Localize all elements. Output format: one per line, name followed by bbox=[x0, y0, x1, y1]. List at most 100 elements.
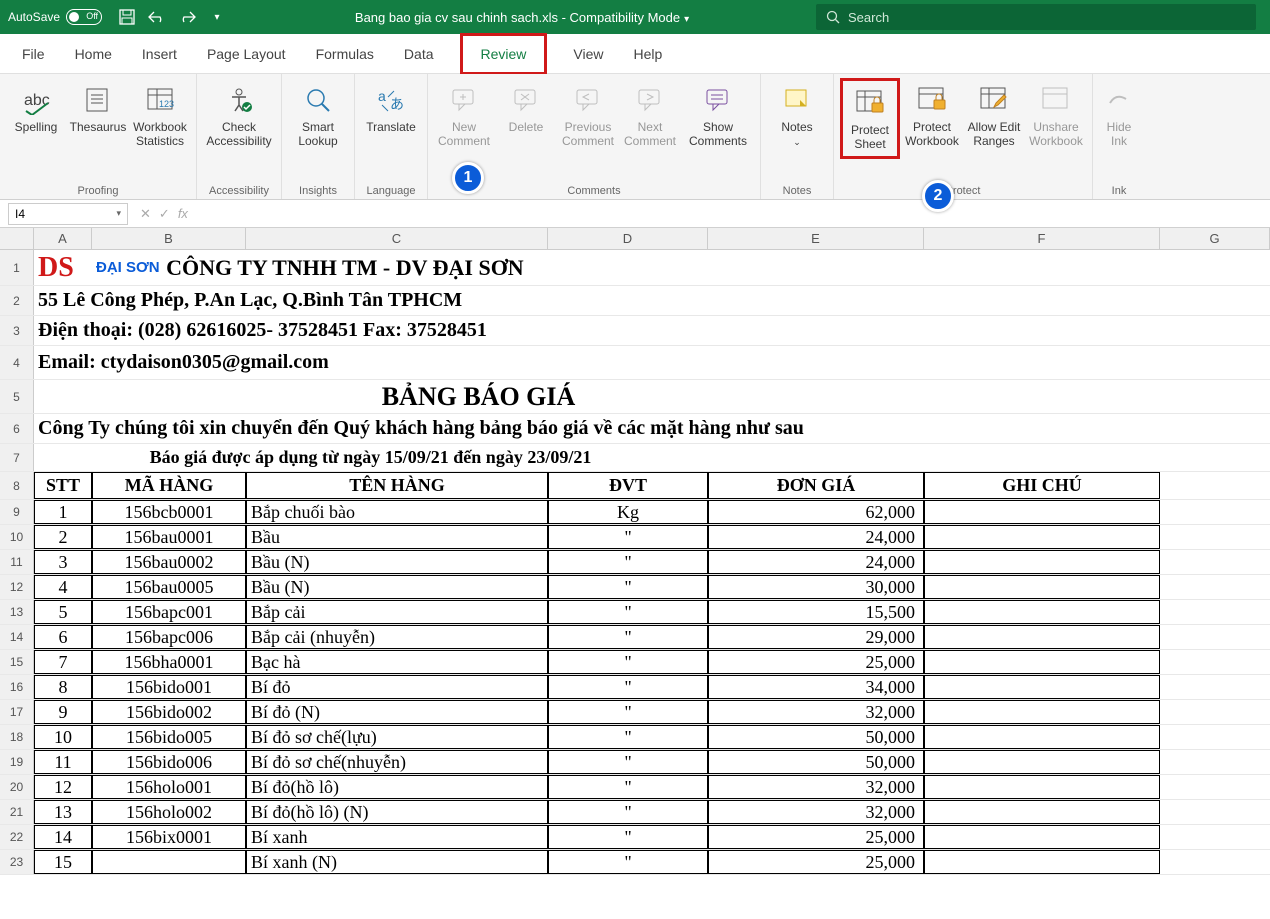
cell-name[interactable]: Bí xanh (N) bbox=[246, 850, 548, 874]
next-comment-button[interactable]: Next Comment bbox=[620, 78, 680, 153]
col-header[interactable]: A bbox=[34, 228, 92, 249]
row-header[interactable]: 14 bbox=[0, 625, 34, 649]
tab-review[interactable]: Review bbox=[460, 33, 548, 75]
cell-note[interactable] bbox=[924, 675, 1160, 699]
cell-name[interactable]: Bí xanh bbox=[246, 825, 548, 849]
notes-button[interactable]: Notes⌄ bbox=[767, 78, 827, 153]
cell-code[interactable]: 156bha0001 bbox=[92, 650, 246, 674]
cancel-formula-icon[interactable]: ✕ bbox=[140, 206, 151, 222]
cell-name[interactable]: Bắp cải bbox=[246, 600, 548, 624]
cell-price[interactable]: 50,000 bbox=[708, 725, 924, 749]
cell-note[interactable] bbox=[924, 750, 1160, 774]
translate-button[interactable]: aあTranslate bbox=[361, 78, 421, 138]
row-header[interactable]: 16 bbox=[0, 675, 34, 699]
cell-stt[interactable]: 11 bbox=[34, 750, 92, 774]
cell-stt[interactable]: 7 bbox=[34, 650, 92, 674]
tab-formulas[interactable]: Formulas bbox=[312, 40, 378, 68]
cell-price[interactable]: 25,000 bbox=[708, 825, 924, 849]
row-header[interactable]: 11 bbox=[0, 550, 34, 574]
select-all-corner[interactable] bbox=[0, 228, 34, 249]
cell-note[interactable] bbox=[924, 625, 1160, 649]
search-input[interactable] bbox=[848, 10, 1246, 25]
row-header[interactable]: 4 bbox=[0, 346, 34, 379]
cell-note[interactable] bbox=[924, 800, 1160, 824]
cell-stt[interactable]: 10 bbox=[34, 725, 92, 749]
cell-note[interactable] bbox=[924, 775, 1160, 799]
delete-comment-button[interactable]: Delete bbox=[496, 78, 556, 138]
cell-name[interactable]: Bí đỏ (N) bbox=[246, 700, 548, 724]
col-header[interactable]: B bbox=[92, 228, 246, 249]
cell[interactable]: Điện thoại: (028) 62616025- 37528451 Fax… bbox=[34, 316, 1106, 345]
row-header[interactable]: 21 bbox=[0, 800, 34, 824]
col-header[interactable]: E bbox=[708, 228, 924, 249]
cell-stt[interactable]: 15 bbox=[34, 850, 92, 874]
cell-name[interactable]: Bắp chuối bào bbox=[246, 500, 548, 524]
protect-workbook-button[interactable]: Protect Workbook bbox=[902, 78, 962, 153]
cell-logo[interactable]: DS bbox=[34, 250, 92, 285]
cell-name[interactable]: Bầu (N) bbox=[246, 575, 548, 599]
cell-note[interactable] bbox=[924, 825, 1160, 849]
cell-stt[interactable]: 2 bbox=[34, 525, 92, 549]
cell-price[interactable]: 25,000 bbox=[708, 650, 924, 674]
cell-stt[interactable]: 6 bbox=[34, 625, 92, 649]
cell-dvt[interactable]: " bbox=[548, 775, 708, 799]
cell[interactable]: BẢNG BÁO GIÁ bbox=[34, 380, 924, 413]
undo-icon[interactable] bbox=[146, 6, 168, 28]
cell-name[interactable]: Bầu (N) bbox=[246, 550, 548, 574]
cell-price[interactable]: 34,000 bbox=[708, 675, 924, 699]
fx-icon[interactable]: fx bbox=[178, 206, 188, 222]
cell-code[interactable]: 156bido001 bbox=[92, 675, 246, 699]
cell-stt[interactable]: 9 bbox=[34, 700, 92, 724]
cell-dvt[interactable]: " bbox=[548, 575, 708, 599]
cell-stt[interactable]: 5 bbox=[34, 600, 92, 624]
thesaurus-button[interactable]: Thesaurus bbox=[68, 78, 128, 138]
row-header[interactable]: 13 bbox=[0, 600, 34, 624]
cell-price[interactable]: 25,000 bbox=[708, 850, 924, 874]
cell-dvt[interactable]: " bbox=[548, 725, 708, 749]
th-stt[interactable]: STT bbox=[34, 472, 92, 499]
th-ghichu[interactable]: GHI CHÚ bbox=[924, 472, 1160, 499]
unshare-workbook-button[interactable]: Unshare Workbook bbox=[1026, 78, 1086, 153]
tab-page-layout[interactable]: Page Layout bbox=[203, 40, 290, 68]
cell-stt[interactable]: 3 bbox=[34, 550, 92, 574]
row-header[interactable]: 8 bbox=[0, 472, 34, 499]
row-header[interactable]: 22 bbox=[0, 825, 34, 849]
cell-stt[interactable]: 1 bbox=[34, 500, 92, 524]
cell-code[interactable]: 156bido006 bbox=[92, 750, 246, 774]
tab-home[interactable]: Home bbox=[71, 40, 116, 68]
cell-stt[interactable]: 4 bbox=[34, 575, 92, 599]
tab-insert[interactable]: Insert bbox=[138, 40, 181, 68]
allow-edit-ranges-button[interactable]: Allow Edit Ranges bbox=[964, 78, 1024, 153]
redo-icon[interactable] bbox=[176, 6, 198, 28]
cell-stt[interactable]: 14 bbox=[34, 825, 92, 849]
cell-dvt[interactable]: Kg bbox=[548, 500, 708, 524]
row-header[interactable]: 1 bbox=[0, 250, 34, 285]
cell-code[interactable]: 156bau0005 bbox=[92, 575, 246, 599]
cell-price[interactable]: 29,000 bbox=[708, 625, 924, 649]
chevron-down-icon[interactable]: ▾ bbox=[684, 14, 689, 25]
row-header[interactable]: 3 bbox=[0, 316, 34, 345]
protect-sheet-button[interactable]: Protect Sheet bbox=[840, 78, 900, 159]
cell[interactable]: Email: ctydaison0305@gmail.com bbox=[34, 346, 1106, 379]
cell-price[interactable]: 32,000 bbox=[708, 800, 924, 824]
cell-dvt[interactable]: " bbox=[548, 675, 708, 699]
cell-dvt[interactable]: " bbox=[548, 550, 708, 574]
qat-dropdown-icon[interactable]: ▾ bbox=[206, 6, 228, 28]
cell-price[interactable]: 24,000 bbox=[708, 525, 924, 549]
cell-name[interactable]: Bạc hà bbox=[246, 650, 548, 674]
cell-name[interactable]: Bí đỏ sơ chế(nhuyễn) bbox=[246, 750, 548, 774]
cell-note[interactable] bbox=[924, 525, 1160, 549]
tab-help[interactable]: Help bbox=[630, 40, 667, 68]
save-icon[interactable] bbox=[116, 6, 138, 28]
th-tenhang[interactable]: TÊN HÀNG bbox=[246, 472, 548, 499]
cell-name[interactable]: Bí đỏ sơ chế(lựu) bbox=[246, 725, 548, 749]
spelling-button[interactable]: abcSpelling bbox=[6, 78, 66, 138]
tab-view[interactable]: View bbox=[569, 40, 607, 68]
row-header[interactable]: 23 bbox=[0, 850, 34, 874]
row-header[interactable]: 9 bbox=[0, 500, 34, 524]
name-box[interactable]: I4▾ bbox=[8, 203, 128, 225]
search-box[interactable] bbox=[816, 4, 1256, 30]
cell-dvt[interactable]: " bbox=[548, 800, 708, 824]
check-accessibility-button[interactable]: Check Accessibility bbox=[203, 78, 275, 153]
cell-code[interactable]: 156bido005 bbox=[92, 725, 246, 749]
